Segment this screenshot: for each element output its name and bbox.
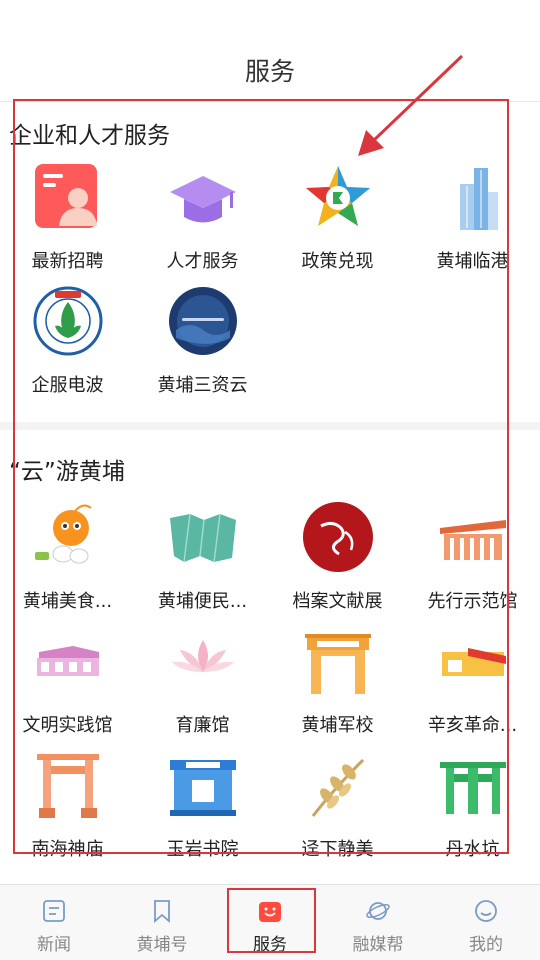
service-item-label: 丹水坑 bbox=[445, 839, 500, 860]
service-item-three-assets[interactable]: 黄埔三资云 bbox=[135, 280, 270, 404]
rice-stalk-icon bbox=[311, 758, 365, 817]
academy-building-icon bbox=[170, 760, 236, 816]
service-item-danshuikeng[interactable]: 丹水坑 bbox=[405, 744, 540, 868]
service-item-label: 政策兑现 bbox=[301, 251, 374, 272]
policy-star-icon bbox=[306, 166, 370, 226]
three-assets-cloud-icon bbox=[169, 287, 237, 355]
service-item-food[interactable]: 黄埔美食... bbox=[0, 496, 135, 620]
service-item-civilization-hall[interactable]: 文明实践馆 bbox=[0, 620, 135, 744]
nav-tab-service[interactable]: 服务 bbox=[216, 885, 324, 960]
service-item-label: 企服电波 bbox=[31, 375, 104, 396]
nav-tab-media-help[interactable]: 融媒帮 bbox=[324, 885, 432, 960]
nav-tab-news[interactable]: 新闻 bbox=[0, 885, 108, 960]
bookmark-icon bbox=[154, 900, 170, 923]
section-title-cloud-tour: “云”游黄埔 bbox=[9, 459, 125, 485]
section-title-enterprise-talent: 企业和人才服务 bbox=[9, 123, 170, 149]
food-mascot-icon bbox=[35, 504, 92, 564]
archive-dream-icon bbox=[303, 502, 373, 572]
nav-label: 新闻 bbox=[37, 935, 71, 955]
nav-label: 我的 bbox=[469, 935, 503, 955]
service-item-pioneer-hall[interactable]: 先行示范馆 bbox=[405, 496, 540, 620]
service-item-label: 黄埔三资云 bbox=[157, 375, 248, 396]
lotus-icon bbox=[172, 640, 234, 672]
green-archway-icon bbox=[440, 762, 506, 814]
nav-label: 融媒帮 bbox=[352, 935, 404, 955]
service-item-label: 黄埔美食... bbox=[22, 591, 113, 612]
service-item-military-academy[interactable]: 黄埔军校 bbox=[270, 620, 405, 744]
service-item-label: 黄埔军校 bbox=[301, 715, 374, 736]
service-item-huangpu-port[interactable]: 黄埔临港 bbox=[405, 156, 540, 280]
news-icon bbox=[43, 900, 65, 922]
service-item-jingxia[interactable]: 迳下静美 bbox=[270, 744, 405, 868]
bottom-navigation: 新闻 黄埔号 服务 融媒帮 我的 bbox=[0, 884, 540, 960]
app-header: 服务 bbox=[0, 0, 540, 102]
nav-tab-huangpu-account[interactable]: 黄埔号 bbox=[108, 885, 216, 960]
service-item-enterprise-wave[interactable]: 企服电波 bbox=[0, 280, 135, 404]
nav-label: 服务 bbox=[253, 935, 287, 955]
recruitment-icon bbox=[35, 164, 97, 228]
service-item-label: 档案文献展 bbox=[292, 591, 383, 612]
service-item-label: 南海神庙 bbox=[31, 839, 104, 860]
service-item-label: 黄埔临港 bbox=[436, 251, 509, 272]
profile-icon bbox=[475, 900, 497, 922]
nav-tab-profile[interactable]: 我的 bbox=[432, 885, 540, 960]
planet-icon bbox=[366, 902, 390, 920]
pavilion-icon bbox=[440, 520, 506, 560]
practice-hall-icon bbox=[37, 646, 99, 676]
service-item-archive[interactable]: 档案文献展 bbox=[270, 496, 405, 620]
graduation-cap-icon bbox=[170, 176, 236, 223]
revolution-memorial-icon bbox=[442, 648, 506, 676]
page-title: 服务 bbox=[244, 57, 295, 86]
service-item-label: 迳下静美 bbox=[301, 839, 374, 860]
service-item-label: 育廉馆 bbox=[175, 715, 230, 736]
service-item-talent[interactable]: 人才服务 bbox=[135, 156, 270, 280]
service-item-integrity-hall[interactable]: 育廉馆 bbox=[135, 620, 270, 744]
service-item-label: 玉岩书院 bbox=[166, 839, 239, 860]
map-icon bbox=[170, 513, 236, 563]
service-item-label: 黄埔便民... bbox=[157, 591, 248, 612]
service-item-label: 文明实践馆 bbox=[22, 715, 113, 736]
service-item-nanhai-temple[interactable]: 南海神庙 bbox=[0, 744, 135, 868]
service-item-label: 先行示范馆 bbox=[427, 591, 518, 612]
skyscraper-icon bbox=[460, 168, 498, 230]
service-item-revolution[interactable]: 辛亥革命... bbox=[405, 620, 540, 744]
service-item-label: 最新招聘 bbox=[31, 251, 104, 272]
section-divider bbox=[0, 422, 540, 430]
service-smile-icon bbox=[259, 902, 281, 922]
service-item-convenience[interactable]: 黄埔便民... bbox=[135, 496, 270, 620]
service-item-recruitment[interactable]: 最新招聘 bbox=[0, 156, 135, 280]
service-item-label: 辛亥革命... bbox=[427, 715, 518, 736]
service-item-policy[interactable]: 政策兑现 bbox=[270, 156, 405, 280]
nav-label: 黄埔号 bbox=[136, 935, 188, 955]
military-academy-gate-icon bbox=[305, 634, 371, 694]
mumian-badge-icon bbox=[33, 286, 103, 356]
service-item-label: 人才服务 bbox=[166, 251, 239, 272]
service-item-yuyan-academy[interactable]: 玉岩书院 bbox=[135, 744, 270, 868]
temple-arch-icon bbox=[37, 754, 99, 818]
